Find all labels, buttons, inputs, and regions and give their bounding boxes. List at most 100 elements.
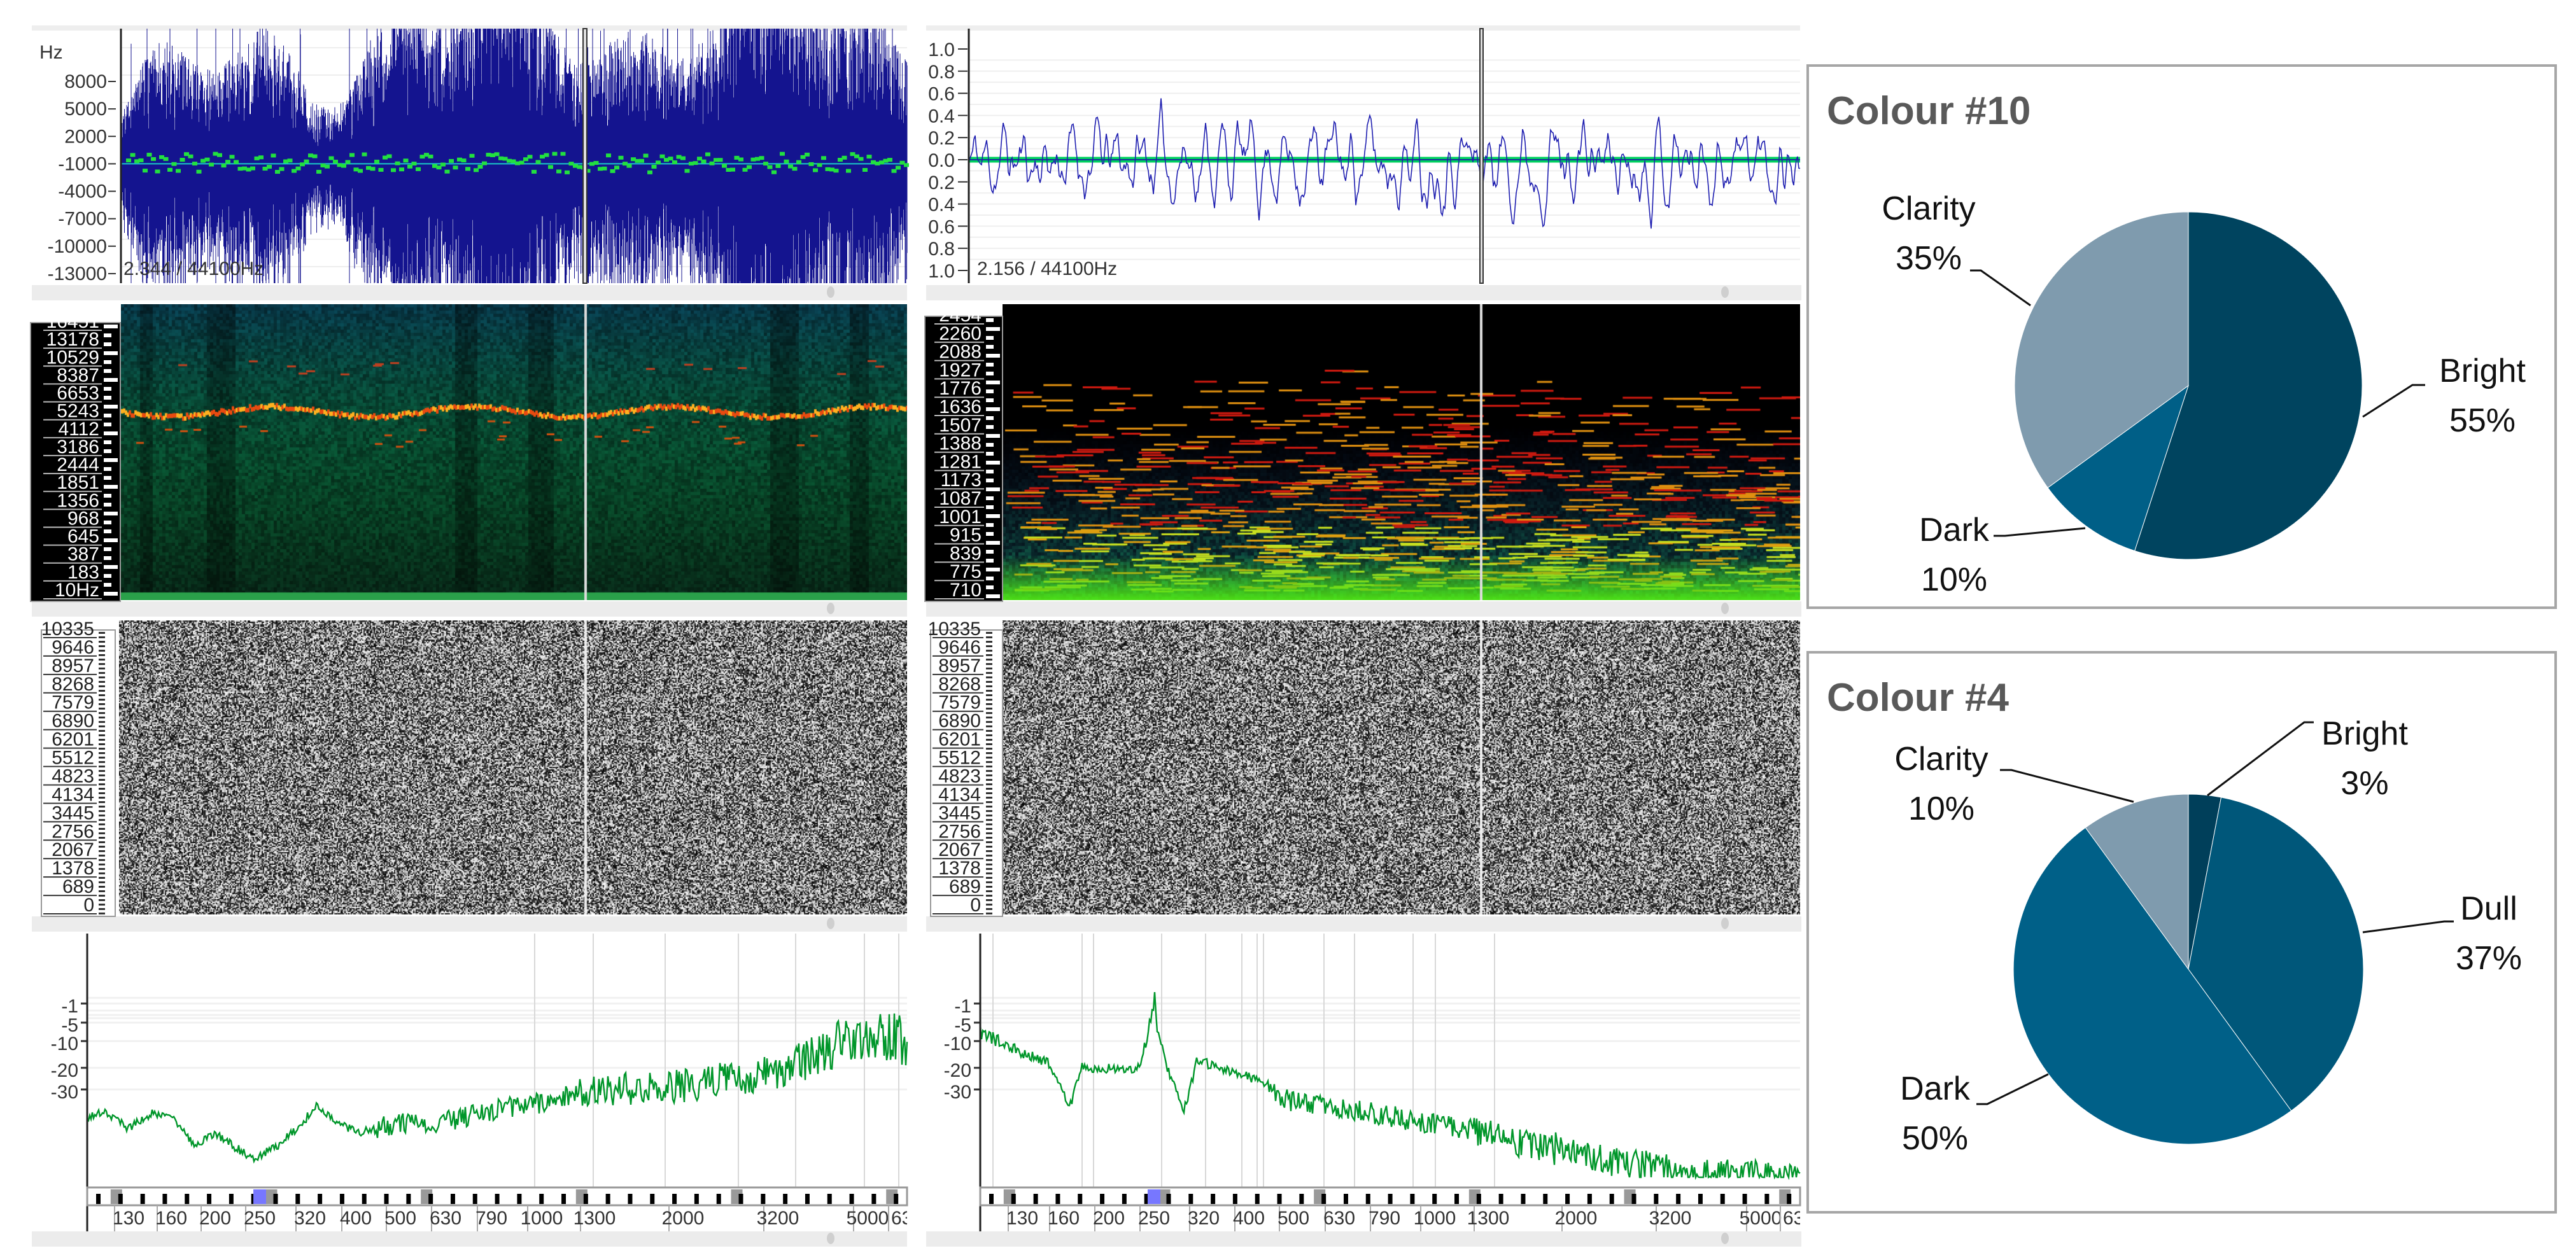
black-key[interactable] xyxy=(1188,1194,1193,1204)
black-key[interactable] xyxy=(1277,1194,1282,1204)
split-divider[interactable] xyxy=(582,28,588,284)
black-key[interactable] xyxy=(989,1194,994,1204)
black-key[interactable] xyxy=(1565,1194,1570,1204)
black-key[interactable] xyxy=(539,1194,544,1204)
black-key[interactable] xyxy=(406,1194,411,1204)
scroll-thumb[interactable] xyxy=(1721,603,1729,614)
black-key[interactable] xyxy=(1764,1194,1770,1204)
ruler-tick xyxy=(104,547,111,551)
pitch-marker xyxy=(171,162,177,166)
black-key[interactable] xyxy=(1011,1194,1016,1204)
freq-label: 130 xyxy=(1006,1208,1038,1229)
pitch-marker xyxy=(229,155,235,159)
black-key[interactable] xyxy=(362,1194,367,1204)
black-key[interactable] xyxy=(273,1194,278,1204)
black-key[interactable] xyxy=(318,1194,323,1204)
panel-scroll-bar[interactable] xyxy=(32,916,907,932)
highlighted-key[interactable] xyxy=(253,1189,266,1204)
panel-scroll-bar[interactable] xyxy=(926,285,1801,300)
black-key[interactable] xyxy=(384,1194,389,1204)
scroll-thumb[interactable] xyxy=(827,1233,834,1244)
black-key[interactable] xyxy=(672,1194,677,1204)
scroll-thumb[interactable] xyxy=(827,603,834,614)
black-key[interactable] xyxy=(738,1194,743,1204)
black-key[interactable] xyxy=(162,1194,167,1204)
black-key[interactable] xyxy=(1122,1194,1127,1204)
black-key[interactable] xyxy=(605,1194,610,1204)
black-key[interactable] xyxy=(805,1194,810,1204)
black-key[interactable] xyxy=(1698,1194,1703,1204)
black-key[interactable] xyxy=(1631,1194,1636,1204)
scroll-thumb[interactable] xyxy=(1721,918,1729,929)
black-key[interactable] xyxy=(140,1194,145,1204)
black-key[interactable] xyxy=(1211,1194,1216,1204)
panel-scroll-bar[interactable] xyxy=(32,285,907,300)
black-key[interactable] xyxy=(628,1194,633,1204)
black-key[interactable] xyxy=(1388,1194,1393,1204)
black-key[interactable] xyxy=(1033,1194,1038,1204)
black-key[interactable] xyxy=(207,1194,212,1204)
scroll-thumb[interactable] xyxy=(1721,286,1729,298)
black-key[interactable] xyxy=(1742,1194,1747,1204)
black-key[interactable] xyxy=(1498,1194,1503,1204)
black-key[interactable] xyxy=(1676,1194,1681,1204)
black-key[interactable] xyxy=(1100,1194,1105,1204)
panel-scroll-bar[interactable] xyxy=(926,601,1801,617)
panel-scroll-bar[interactable] xyxy=(32,601,907,617)
black-key[interactable] xyxy=(1609,1194,1614,1204)
black-key[interactable] xyxy=(761,1194,766,1204)
black-key[interactable] xyxy=(1055,1194,1060,1204)
panel-scroll-bar[interactable] xyxy=(926,1231,1801,1247)
black-key[interactable] xyxy=(118,1194,123,1204)
black-key[interactable] xyxy=(472,1194,477,1204)
black-key[interactable] xyxy=(339,1194,344,1204)
black-key[interactable] xyxy=(495,1194,500,1204)
black-key[interactable] xyxy=(1654,1194,1659,1204)
black-key[interactable] xyxy=(716,1194,721,1204)
scroll-thumb[interactable] xyxy=(1721,1233,1729,1244)
highlighted-key[interactable] xyxy=(1148,1189,1160,1204)
black-key[interactable] xyxy=(1365,1194,1370,1204)
black-key[interactable] xyxy=(1078,1194,1083,1204)
black-key[interactable] xyxy=(650,1194,655,1204)
black-key[interactable] xyxy=(1787,1194,1792,1204)
black-key[interactable] xyxy=(1410,1194,1415,1204)
black-key[interactable] xyxy=(1321,1194,1327,1204)
black-key[interactable] xyxy=(1454,1194,1460,1204)
black-key[interactable] xyxy=(1432,1194,1437,1204)
black-key[interactable] xyxy=(185,1194,190,1204)
black-key[interactable] xyxy=(849,1194,854,1204)
ruler-tick xyxy=(104,503,111,507)
black-key[interactable] xyxy=(1521,1194,1526,1204)
black-key[interactable] xyxy=(561,1194,567,1204)
black-key[interactable] xyxy=(96,1194,101,1204)
black-key[interactable] xyxy=(229,1194,234,1204)
black-key[interactable] xyxy=(583,1194,588,1204)
black-key[interactable] xyxy=(871,1194,876,1204)
black-key[interactable] xyxy=(1543,1194,1548,1204)
scroll-thumb[interactable] xyxy=(827,286,834,298)
split-divider[interactable] xyxy=(1479,28,1484,284)
black-key[interactable] xyxy=(1166,1194,1171,1204)
ruler-tick xyxy=(99,645,105,647)
black-key[interactable] xyxy=(1299,1194,1304,1204)
panel-scroll-bar[interactable] xyxy=(926,916,1801,932)
black-key[interactable] xyxy=(783,1194,788,1204)
ruler-tick xyxy=(99,770,105,772)
black-key[interactable] xyxy=(1720,1194,1725,1204)
black-key[interactable] xyxy=(694,1194,699,1204)
black-key[interactable] xyxy=(428,1194,433,1204)
black-key[interactable] xyxy=(1476,1194,1481,1204)
black-key[interactable] xyxy=(1255,1194,1260,1204)
black-key[interactable] xyxy=(827,1194,832,1204)
black-key[interactable] xyxy=(1343,1194,1348,1204)
black-key[interactable] xyxy=(295,1194,300,1204)
black-key[interactable] xyxy=(894,1194,899,1204)
black-key[interactable] xyxy=(1232,1194,1237,1204)
panel-scroll-bar[interactable] xyxy=(32,1231,907,1247)
black-key[interactable] xyxy=(1587,1194,1592,1204)
black-key[interactable] xyxy=(517,1194,522,1204)
ruler-tick xyxy=(104,556,111,560)
scroll-thumb[interactable] xyxy=(827,918,834,929)
black-key[interactable] xyxy=(450,1194,455,1204)
